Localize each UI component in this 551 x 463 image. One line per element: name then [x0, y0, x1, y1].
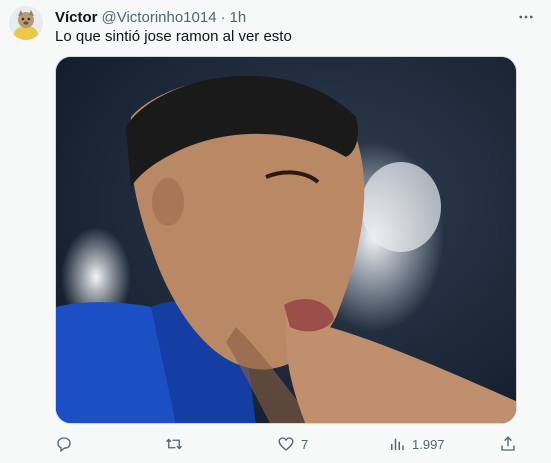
author-handle[interactable]: @Victorinho1014 — [102, 9, 217, 26]
heart-icon — [278, 437, 294, 451]
tweet-time[interactable]: 1h — [230, 9, 247, 26]
share-icon — [501, 436, 515, 451]
photo-image — [56, 57, 516, 423]
view-count: 1.997 — [412, 436, 445, 452]
tweet-header: Víctor @Victorinho1014 · 1h — [55, 7, 246, 27]
action-bar: 7 1.997 — [55, 432, 517, 456]
reply-button[interactable] — [55, 432, 73, 456]
more-options-button[interactable] — [515, 6, 537, 28]
tweet-text: Lo que sintió jose ramon al ver esto — [55, 28, 292, 45]
profile-avatar[interactable] — [9, 6, 43, 40]
more-icon — [519, 15, 533, 19]
like-count: 7 — [301, 436, 309, 452]
like-button[interactable]: 7 — [277, 432, 308, 456]
avatar-image — [9, 6, 43, 40]
tweet-card[interactable]: Víctor @Victorinho1014 · 1h Lo que sinti… — [0, 0, 551, 463]
share-button[interactable] — [499, 432, 517, 456]
retweet-button[interactable] — [165, 432, 183, 456]
separator-dot: · — [220, 8, 226, 26]
retweet-icon — [166, 438, 182, 450]
views-button[interactable]: 1.997 — [388, 432, 445, 456]
tweet-media[interactable] — [55, 56, 517, 424]
reply-icon — [57, 437, 71, 453]
views-icon — [391, 438, 404, 450]
author-name[interactable]: Víctor — [55, 9, 98, 26]
